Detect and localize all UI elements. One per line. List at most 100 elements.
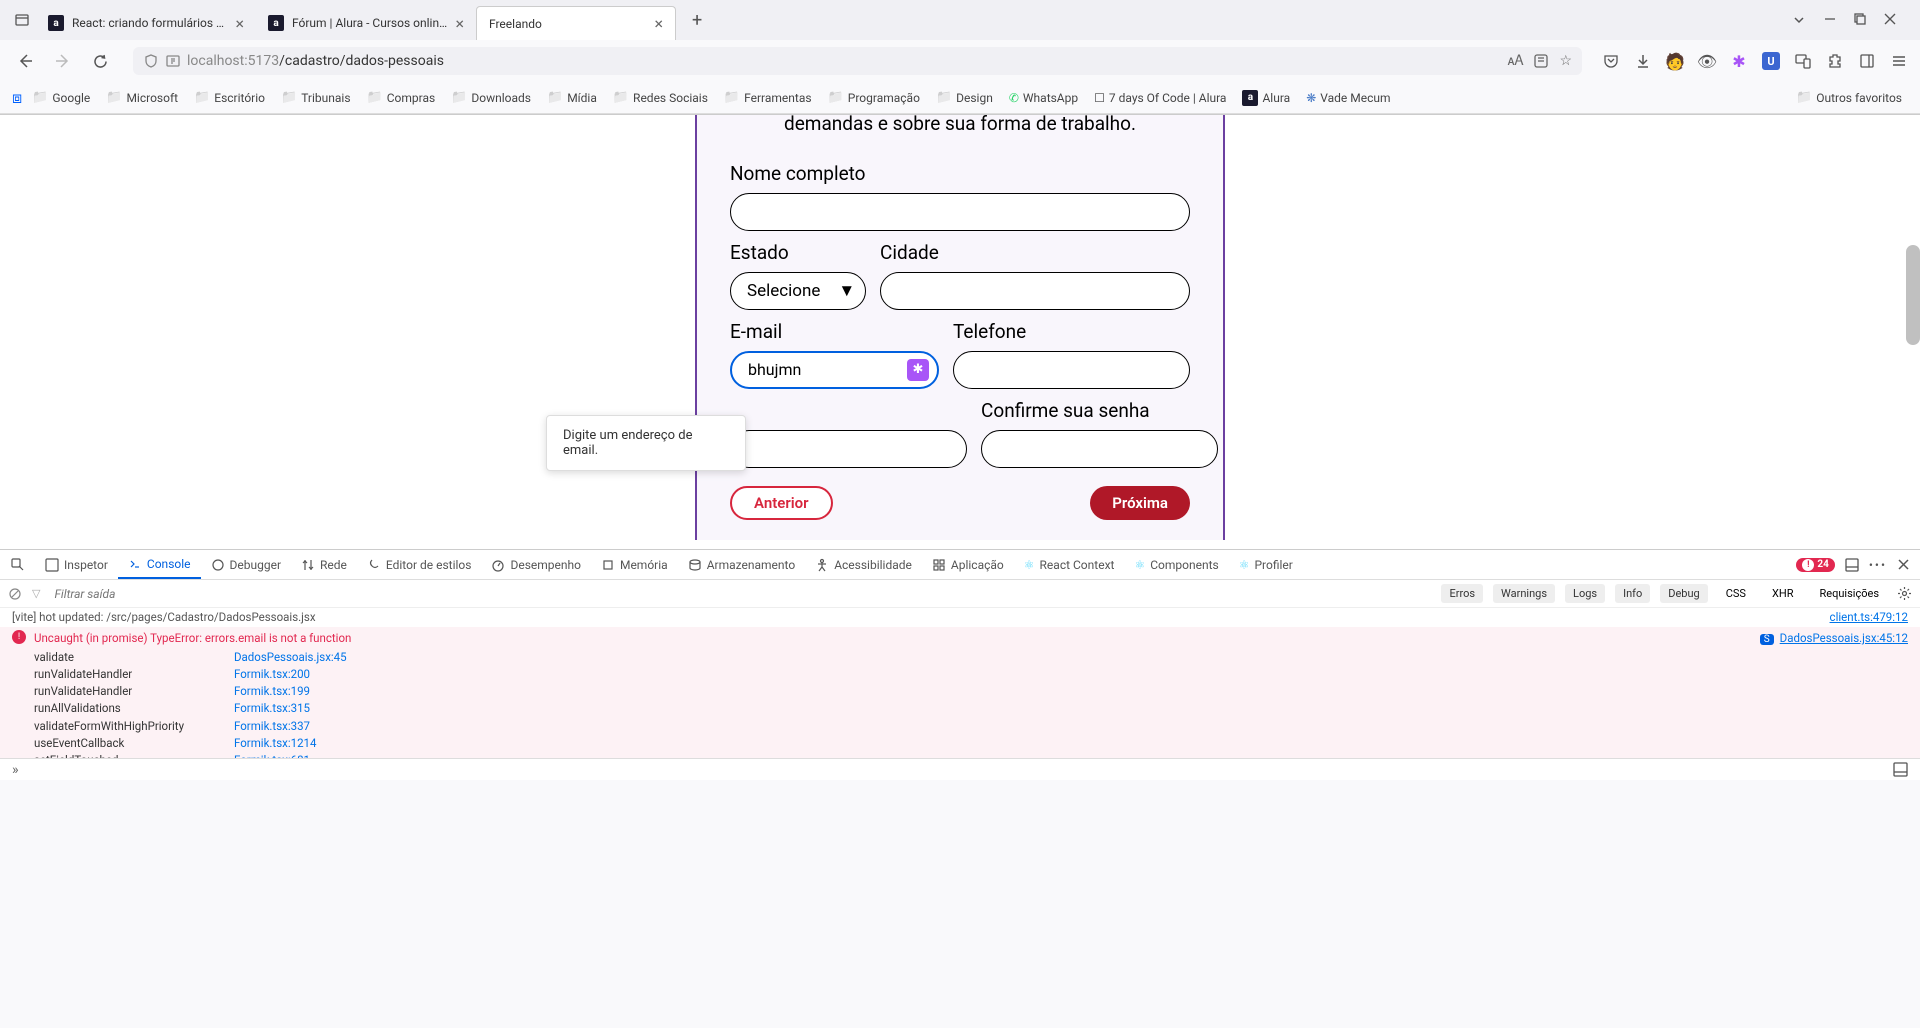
source-link[interactable]: Formik.tsx:199 (234, 683, 310, 700)
browser-tab-2[interactable]: Freelando × (476, 6, 676, 40)
back-button[interactable] (12, 48, 38, 74)
proxima-button[interactable]: Próxima (1090, 486, 1190, 520)
url-bar[interactable]: localhost:5173/cadastro/dados-pessoais 🗚… (133, 47, 1582, 75)
anterior-button[interactable]: Anterior (730, 486, 833, 520)
chip-erros[interactable]: Erros (1441, 584, 1483, 603)
bookmark-item[interactable]: Design (930, 86, 999, 109)
new-tab-button[interactable]: + (684, 6, 710, 35)
filter-input[interactable] (50, 585, 1431, 603)
bookmark-item[interactable]: Downloads (445, 86, 537, 109)
tabs-dropdown-icon[interactable] (1792, 13, 1806, 27)
close-icon[interactable]: × (654, 14, 663, 33)
tab-debugger[interactable]: Debugger (201, 550, 292, 579)
filter-icon[interactable]: ▽ (32, 587, 40, 600)
maximize-icon[interactable] (1854, 13, 1866, 27)
dropbox-icon[interactable]: ⧈ (12, 88, 22, 108)
tab-console[interactable]: Console (118, 550, 201, 579)
downloads-icon[interactable] (1634, 52, 1652, 70)
chip-xhr[interactable]: XHR (1764, 584, 1802, 603)
tab-components[interactable]: ⚛Components (1124, 550, 1228, 579)
cidade-input[interactable] (880, 272, 1190, 310)
chip-debug[interactable]: Debug (1660, 584, 1707, 603)
ext-icon-1[interactable]: 🧑 (1666, 52, 1684, 70)
error-source-link[interactable]: DadosPessoais.jsx:45:12 (1780, 631, 1908, 645)
chip-css[interactable]: CSS (1718, 584, 1754, 603)
error-count-badge[interactable]: 24 (1796, 558, 1834, 572)
other-bookmarks[interactable]: Outros favoritos (1790, 86, 1908, 109)
bookmark-item[interactable]: Mídia (541, 86, 603, 109)
tab-memoria[interactable]: Memória (591, 550, 678, 579)
tab-profiler[interactable]: ⚛Profiler (1229, 550, 1303, 579)
translate-icon[interactable]: 🗚 (1508, 53, 1524, 69)
bookmark-item[interactable]: aAlura (1236, 86, 1296, 110)
console-drawer-toggle[interactable]: » (12, 762, 19, 778)
page-info-icon[interactable] (165, 53, 181, 69)
tab-armazenamento[interactable]: Armazenamento (678, 550, 806, 579)
ext-icon-2[interactable]: 👁 (1698, 52, 1716, 70)
split-console-icon[interactable] (1893, 762, 1908, 777)
menu-icon[interactable] (1890, 52, 1908, 70)
close-icon[interactable]: × (455, 14, 464, 33)
tab-estilos[interactable]: Editor de estilos (357, 550, 482, 579)
bookmark-item[interactable]: Microsoft (100, 86, 184, 109)
password-manager-icon[interactable]: ✱ (907, 359, 929, 381)
ext-icon-3[interactable]: ✱ (1730, 52, 1748, 70)
browser-tab-1[interactable]: a Fórum | Alura - Cursos online de × (256, 6, 476, 40)
chip-req[interactable]: Requisições (1812, 584, 1888, 603)
close-window-icon[interactable] (1884, 13, 1896, 27)
source-link[interactable]: Formik.tsx:337 (234, 718, 310, 735)
forward-button[interactable] (50, 48, 76, 74)
source-link[interactable]: Formik.tsx:315 (234, 700, 310, 717)
tab-inspetor[interactable]: Inspetor (35, 550, 118, 579)
minimize-icon[interactable] (1824, 13, 1836, 27)
bookmark-item[interactable]: Programação (822, 86, 926, 109)
chip-info[interactable]: Info (1615, 584, 1650, 603)
bookmark-item[interactable]: Ferramentas (718, 86, 818, 109)
scrollbar-vertical[interactable] (1906, 245, 1920, 345)
pocket-icon[interactable] (1602, 52, 1620, 70)
bookmark-item[interactable]: Google (26, 86, 96, 109)
bookmark-item[interactable]: ❋Vade Mecum (1300, 87, 1396, 109)
bookmark-item[interactable]: Compras (361, 86, 442, 109)
estado-select[interactable]: Selecione ▼ (730, 272, 866, 310)
bookmark-item[interactable]: ☐7 days Of Code | Alura (1088, 87, 1232, 109)
source-link[interactable]: client.ts:479:12 (1830, 609, 1908, 626)
chip-warnings[interactable]: Warnings (1493, 584, 1555, 603)
reload-button[interactable] (88, 49, 113, 74)
more-icon[interactable]: ••• (1869, 558, 1887, 572)
tab-rede[interactable]: Rede (291, 550, 357, 579)
source-link[interactable]: Formik.tsx:1214 (234, 735, 316, 752)
source-link[interactable]: Formik.tsx:681 (234, 752, 310, 758)
tab-desempenho[interactable]: Desempenho (481, 550, 591, 579)
source-link[interactable]: DadosPessoais.jsx:45 (234, 649, 347, 666)
tab-acessibilidade[interactable]: Acessibilidade (805, 550, 922, 579)
source-link[interactable]: Formik.tsx:200 (234, 666, 310, 683)
reader-icon[interactable] (1533, 53, 1549, 69)
bookmark-item[interactable]: Tribunais (275, 86, 357, 109)
bookmark-item[interactable]: Redes Sociais (607, 86, 714, 109)
responsive-icon[interactable] (1794, 52, 1812, 70)
shield-icon[interactable] (143, 53, 159, 69)
dt-inspect-icon[interactable] (0, 550, 35, 579)
senha-input[interactable] (730, 430, 967, 468)
stack-frame: validateFormWithHighPriorityFormik.tsx:3… (34, 718, 1920, 735)
extensions-icon[interactable] (1826, 52, 1844, 70)
tab-react-context[interactable]: ⚛React Context (1014, 550, 1125, 579)
close-icon[interactable]: × (235, 14, 244, 33)
close-devtools-icon[interactable] (1897, 558, 1910, 571)
confirme-input[interactable] (981, 430, 1218, 468)
sidebar-icon[interactable] (1858, 52, 1876, 70)
recent-tabs-icon[interactable] (8, 6, 36, 34)
bookmark-star-icon[interactable]: ☆ (1559, 53, 1572, 69)
tab-aplicacao[interactable]: Aplicação (922, 550, 1014, 579)
clear-console-icon[interactable] (8, 587, 22, 601)
bookmark-item[interactable]: ✆WhatsApp (1003, 87, 1084, 109)
dock-icon[interactable] (1845, 558, 1859, 572)
nome-input[interactable] (730, 193, 1190, 231)
browser-tab-0[interactable]: a React: criando formulários com × (36, 6, 256, 40)
telefone-input[interactable] (953, 351, 1190, 389)
settings-icon[interactable] (1897, 586, 1912, 601)
bookmark-item[interactable]: Escritório (188, 86, 271, 109)
chip-logs[interactable]: Logs (1565, 584, 1605, 603)
ext-icon-4[interactable]: U (1762, 52, 1780, 70)
